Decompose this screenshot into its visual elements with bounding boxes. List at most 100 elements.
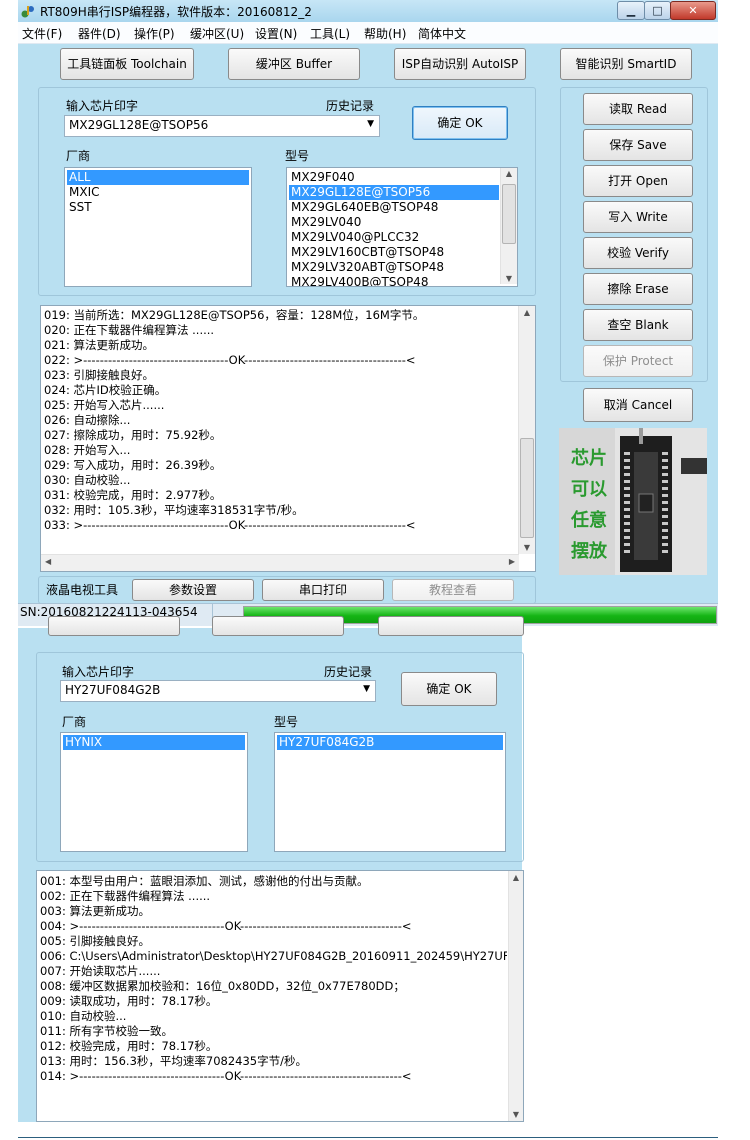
model-label-2: 型号 <box>274 715 299 729</box>
chip-input-value: MX29GL128E@TSOP56 <box>69 118 209 132</box>
menu-device[interactable]: 器件(D) <box>78 25 121 42</box>
open-button[interactable]: 打开 Open <box>583 165 693 197</box>
vendor-item[interactable]: HYNIX <box>63 735 245 750</box>
protect-button[interactable]: 保护 Protect <box>583 345 693 377</box>
log-line: 031: 校验完成，用时：2.977秒。 <box>44 488 222 502</box>
scroll-thumb[interactable] <box>502 184 516 244</box>
log-scrollbar[interactable]: ▲ ▼ <box>518 306 535 554</box>
model-item[interactable]: MX29GL640EB@TSOP48 <box>289 200 499 215</box>
minimize-button[interactable]: ▁ <box>617 1 645 20</box>
log-line: 007: 开始读取芯片...... <box>40 964 161 978</box>
toolbar-button-partial[interactable] <box>212 616 344 636</box>
menu-file[interactable]: 文件(F) <box>22 25 62 42</box>
maximize-button[interactable]: □ <box>644 1 671 20</box>
toolchain-button[interactable]: 工具链面板 Toolchain <box>60 48 194 80</box>
vendor-list-2[interactable]: HYNIX <box>60 732 248 852</box>
read-button[interactable]: 读取 Read <box>583 93 693 125</box>
chip-input-combo[interactable]: MX29GL128E@TSOP56 ▼ <box>64 115 380 137</box>
vendor-label-2: 厂商 <box>62 715 87 729</box>
save-button[interactable]: 保存 Save <box>583 129 693 161</box>
close-button[interactable]: ✕ <box>670 1 716 20</box>
buffer-button[interactable]: 缓冲区 Buffer <box>228 48 360 80</box>
chip-input-value-2: HY27UF084G2B <box>65 683 161 697</box>
log-line: 002: 正在下载器件编程算法 ...... <box>40 889 211 903</box>
scroll-left-icon[interactable]: ◀ <box>45 557 51 566</box>
menu-operation[interactable]: 操作(P) <box>134 25 175 42</box>
menu-tools[interactable]: 工具(L) <box>310 25 350 42</box>
log-line: 025: 开始写入芯片...... <box>44 398 165 412</box>
model-item[interactable]: MX29F040 <box>289 170 499 185</box>
model-label: 型号 <box>285 149 310 163</box>
params-button[interactable]: 参数设置 <box>132 579 254 601</box>
vendor-item[interactable]: SST <box>67 200 249 215</box>
menu-buffer[interactable]: 缓冲区(U) <box>190 25 244 42</box>
tutorial-button[interactable]: 教程查看 <box>392 579 514 601</box>
scroll-up-icon[interactable]: ▲ <box>519 308 535 317</box>
scroll-down-icon[interactable]: ▼ <box>501 274 517 283</box>
vendor-item[interactable]: MXIC <box>67 185 249 200</box>
log-line: 001: 本型号由用户：蓝眼泪添加、测试，感谢他的付出与贡献。 <box>40 874 369 888</box>
model-item[interactable]: MX29LV320ABT@TSOP48 <box>289 260 499 275</box>
log-line: 006: C:\Users\Administrator\Desktop\HY27… <box>40 949 507 963</box>
log-scrollbar-2[interactable]: ▲ ▼ <box>508 871 523 1121</box>
menu-help[interactable]: 帮助(H) <box>364 25 406 42</box>
vendor-list[interactable]: ALL MXIC SST <box>64 167 252 287</box>
close-icon: ✕ <box>688 4 698 17</box>
model-item[interactable]: MX29LV040@PLCC32 <box>289 230 499 245</box>
blank-button[interactable]: 查空 Blank <box>583 309 693 341</box>
log-line: 023: 引脚接触良好。 <box>44 368 154 382</box>
model-list-2[interactable]: HY27UF084G2B <box>274 732 506 852</box>
vendor-item[interactable]: ALL <box>67 170 249 185</box>
menu-language[interactable]: 简体中文 <box>418 25 466 42</box>
model-item[interactable]: MX29LV160CBT@TSOP48 <box>289 245 499 260</box>
smartid-button[interactable]: 智能识别 SmartID <box>560 48 692 80</box>
chip-input-combo-2[interactable]: HY27UF084G2B ▼ <box>60 680 376 702</box>
log-line: 026: 自动擦除... <box>44 413 131 427</box>
scroll-up-icon[interactable]: ▲ <box>509 873 523 882</box>
log-line: 033: >----------------------------------… <box>44 518 416 532</box>
serial-print-button[interactable]: 串口打印 <box>262 579 384 601</box>
second-window: 输入芯片印字 历史记录 HY27UF084G2B ▼ 确定 OK 厂商 型号 H… <box>18 616 524 1122</box>
verify-button[interactable]: 校验 Verify <box>583 237 693 269</box>
scroll-thumb[interactable] <box>520 438 534 538</box>
model-item[interactable]: MX29LV040 <box>289 215 499 230</box>
log-panel-2[interactable]: 001: 本型号由用户：蓝眼泪添加、测试，感谢他的付出与贡献。 002: 正在下… <box>36 870 524 1122</box>
log-line: 011: 所有字节校验一致。 <box>40 1024 173 1038</box>
confirm-button-2[interactable]: 确定 OK <box>401 672 497 706</box>
confirm-button[interactable]: 确定 OK <box>412 106 508 140</box>
toolbar-button-partial[interactable] <box>48 616 180 636</box>
title-bar: RT809H串行ISP编程器，软件版本：20160812_2 ▁ □ ✕ <box>18 0 718 23</box>
scroll-up-icon[interactable]: ▲ <box>501 169 517 178</box>
log-hscrollbar[interactable]: ◀ ▶ <box>41 554 519 571</box>
log-line: 027: 擦除成功，用时：75.92秒。 <box>44 428 222 442</box>
scroll-down-icon[interactable]: ▼ <box>519 543 535 552</box>
log-line: 019: 当前所选：MX29GL128E@TSOP56，容量：128M位，16M… <box>44 308 425 322</box>
log-line: 005: 引脚接触良好。 <box>40 934 150 948</box>
toolbar-button-partial[interactable] <box>378 616 524 636</box>
write-button[interactable]: 写入 Write <box>583 201 693 233</box>
log-line: 022: >----------------------------------… <box>44 353 416 367</box>
model-item[interactable]: HY27UF084G2B <box>277 735 503 750</box>
log-line: 013: 用时：156.3秒，平均速率7082435字节/秒。 <box>40 1054 307 1068</box>
menu-settings[interactable]: 设置(N) <box>255 25 297 42</box>
model-item[interactable]: MX29GL128E@TSOP56 <box>289 185 499 200</box>
app-icon <box>21 6 34 18</box>
model-list[interactable]: MX29F040 MX29GL128E@TSOP56 MX29GL640EB@T… <box>286 167 518 287</box>
photo-caption-line: 可以 <box>571 479 607 500</box>
model-item[interactable]: MX29LV400B@TSOP48 <box>289 275 499 286</box>
scroll-down-icon[interactable]: ▼ <box>509 1110 523 1119</box>
erase-button[interactable]: 擦除 Erase <box>583 273 693 305</box>
dropdown-arrow-icon[interactable]: ▼ <box>367 119 374 129</box>
log-line: 030: 自动校验... <box>44 473 131 487</box>
dropdown-arrow-icon[interactable]: ▼ <box>363 684 370 694</box>
minimize-icon: ▁ <box>626 4 636 17</box>
zif-socket-image <box>615 428 707 575</box>
cancel-button[interactable]: 取消 Cancel <box>583 388 693 422</box>
autoisp-button[interactable]: ISP自动识别 AutoISP <box>394 48 526 80</box>
photo-caption-line: 任意 <box>571 510 607 531</box>
input-label-2: 输入芯片印字 <box>62 665 135 679</box>
model-list-scrollbar[interactable]: ▲ ▼ <box>500 168 517 284</box>
log-panel[interactable]: 019: 当前所选：MX29GL128E@TSOP56，容量：128M位，16M… <box>40 305 536 572</box>
scroll-right-icon[interactable]: ▶ <box>509 557 515 566</box>
chip-socket-photo: 芯片 可以 任意 摆放 <box>559 428 707 575</box>
